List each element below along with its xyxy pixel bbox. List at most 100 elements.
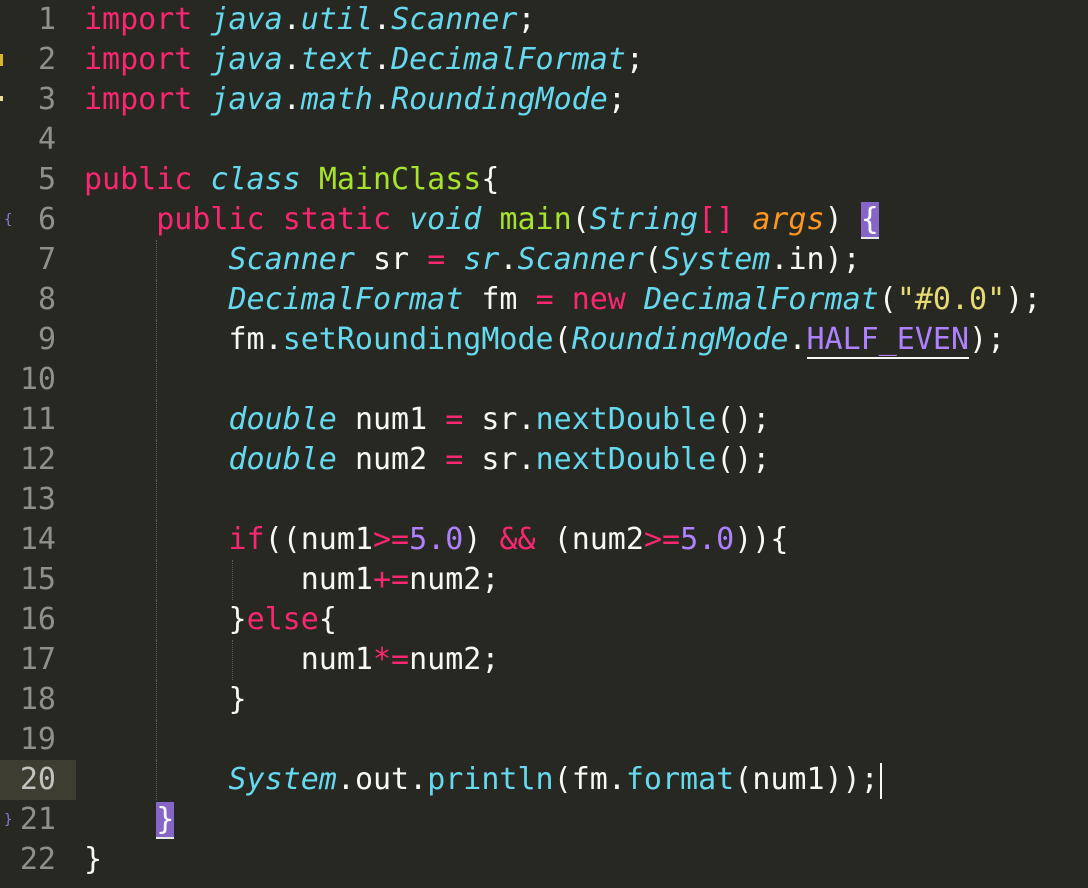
method-token: println — [427, 762, 554, 797]
code-line-10[interactable]: 10 — [0, 360, 1088, 400]
line-gutter[interactable]: } 21 — [0, 800, 76, 840]
line-gutter[interactable]: 17 — [0, 640, 76, 680]
line-gutter[interactable]: 8 — [0, 280, 76, 320]
line-number: 21 — [19, 802, 56, 837]
brace-token: } — [84, 842, 103, 877]
code-line-9[interactable]: 9 fm.setRoundingMode(RoundingMode.HALF_E… — [0, 320, 1088, 360]
code-line-3[interactable]: 3 import java.math.RoundingMode; — [0, 80, 1088, 120]
code-line-4[interactable]: 4 — [0, 120, 1088, 160]
keyword-token: public — [84, 162, 193, 197]
line-code[interactable]: }else{ — [84, 600, 337, 640]
line-code[interactable]: } — [84, 680, 247, 720]
code-line-11[interactable]: 11 double num1 = sr.nextDouble(); — [0, 400, 1088, 440]
matched-brace-token: } — [156, 802, 175, 839]
paren-token: ( — [878, 282, 897, 317]
code-line-6[interactable]: {6 public static void main(String[] args… — [0, 200, 1088, 240]
code-line-7[interactable]: 7 Scanner sr = sr.Scanner(System.in); — [0, 240, 1088, 280]
keyword-token: import — [84, 82, 193, 117]
code-line-18[interactable]: 18 } — [0, 680, 1088, 720]
code-line-20[interactable]: 20 System.out.println(fm.format(num1)); — [0, 760, 1088, 800]
line-number: 22 — [19, 842, 56, 877]
line-gutter[interactable]: 14 — [0, 520, 76, 560]
line-gutter[interactable]: 1 — [0, 0, 76, 40]
code-line-8[interactable]: 8 DecimalFormat fm = new DecimalFormat("… — [0, 280, 1088, 320]
semicolon-token: ; — [517, 2, 536, 37]
line-number: 10 — [19, 362, 56, 397]
code-line-1[interactable]: 1 import java.util.Scanner; — [0, 0, 1088, 40]
paren-token: ( — [734, 762, 753, 797]
line-gutter[interactable]: 22 — [0, 840, 76, 880]
line-code[interactable]: import java.math.RoundingMode; — [84, 80, 626, 120]
line-gutter[interactable]: 20 — [0, 760, 76, 800]
code-line-21[interactable]: } 21 } — [0, 800, 1088, 840]
fold-open-icon[interactable]: { — [4, 200, 12, 240]
line-gutter[interactable]: 4 — [0, 120, 76, 160]
type-token: DecimalFormat — [643, 282, 879, 317]
line-gutter[interactable]: 11 — [0, 400, 76, 440]
operator-token: && — [499, 522, 536, 557]
line-code[interactable]: import java.text.DecimalFormat; — [84, 40, 644, 80]
code-line-14[interactable]: 14 if((num1>=5.0) && (num2>=5.0)){ — [0, 520, 1088, 560]
line-code[interactable]: DecimalFormat fm = new DecimalFormat("#0… — [84, 280, 1042, 320]
code-line-2[interactable]: 2 import java.text.DecimalFormat; — [0, 40, 1088, 80]
modified-line-marker — [0, 96, 3, 101]
line-code[interactable]: num1+=num2; — [84, 560, 500, 600]
class-token: Scanner — [391, 2, 518, 37]
line-code[interactable]: public static void main(String[] args) { — [84, 200, 879, 240]
line-gutter[interactable]: 15 — [0, 560, 76, 600]
paren-token: )); — [824, 762, 879, 797]
line-gutter[interactable]: 5 — [0, 160, 76, 200]
semicolon-token: ; — [625, 42, 644, 77]
dot-token: . — [409, 762, 428, 797]
line-code[interactable]: import java.util.Scanner; — [84, 0, 536, 40]
code-line-17[interactable]: 17 num1*=num2; — [0, 640, 1088, 680]
line-gutter[interactable]: 10 — [0, 360, 76, 400]
line-gutter[interactable]: 13 — [0, 480, 76, 520]
code-line-12[interactable]: 12 double num2 = sr.nextDouble(); — [0, 440, 1088, 480]
brace-token: { — [481, 162, 500, 197]
line-code[interactable]: } — [84, 800, 175, 840]
package-token: java — [210, 42, 283, 77]
line-code[interactable]: public class MainClass{ — [84, 160, 499, 200]
operator-token: >= — [643, 522, 681, 557]
type-token: Scanner — [228, 242, 355, 277]
code-line-13[interactable]: 13 — [0, 480, 1088, 520]
line-number: 15 — [19, 562, 56, 597]
package-token: util — [300, 2, 373, 37]
line-gutter[interactable]: 7 — [0, 240, 76, 280]
code-line-5[interactable]: 5 public class MainClass{ — [0, 160, 1088, 200]
line-gutter[interactable]: 2 — [0, 40, 76, 80]
line-gutter[interactable]: 3 — [0, 80, 76, 120]
line-code[interactable]: } — [84, 840, 102, 880]
line-code[interactable]: double num1 = sr.nextDouble(); — [84, 400, 771, 440]
keyword-token: static — [282, 202, 392, 237]
code-line-19[interactable]: 19 — [0, 720, 1088, 760]
code-line-15[interactable]: 15 num1+=num2; — [0, 560, 1088, 600]
line-code[interactable]: System.out.println(fm.format(num1)); — [84, 760, 882, 800]
dot-token: . — [517, 442, 536, 477]
line-code[interactable]: num1*=num2; — [84, 640, 500, 680]
code-line-22[interactable]: 22 } — [0, 840, 1088, 880]
code-editor[interactable]: 1 import java.util.Scanner; 2 import jav… — [0, 0, 1088, 888]
code-line-16[interactable]: 16 }else{ — [0, 600, 1088, 640]
line-gutter[interactable]: 12 — [0, 440, 76, 480]
fold-close-icon[interactable]: } — [4, 800, 12, 840]
line-gutter[interactable]: {6 — [0, 200, 76, 240]
line-gutter[interactable]: 18 — [0, 680, 76, 720]
type-token: double — [228, 402, 337, 437]
line-gutter[interactable]: 9 — [0, 320, 76, 360]
string-token: "#0.0" — [896, 282, 1006, 317]
line-gutter[interactable]: 19 — [0, 720, 76, 760]
method-token: format — [625, 762, 735, 797]
line-code[interactable]: Scanner sr = sr.Scanner(System.in); — [84, 240, 861, 280]
line-code[interactable]: double num2 = sr.nextDouble(); — [84, 440, 771, 480]
identifier-token: out — [354, 762, 410, 797]
dot-token: . — [282, 2, 301, 37]
line-code[interactable]: fm.setRoundingMode(RoundingMode.HALF_EVE… — [84, 320, 1005, 360]
text-cursor — [879, 762, 882, 799]
dot-token: . — [282, 42, 301, 77]
dot-token: . — [373, 82, 392, 117]
line-code[interactable]: if((num1>=5.0) && (num2>=5.0)){ — [84, 520, 789, 560]
class-token: RoundingMode — [391, 82, 608, 117]
line-gutter[interactable]: 16 — [0, 600, 76, 640]
